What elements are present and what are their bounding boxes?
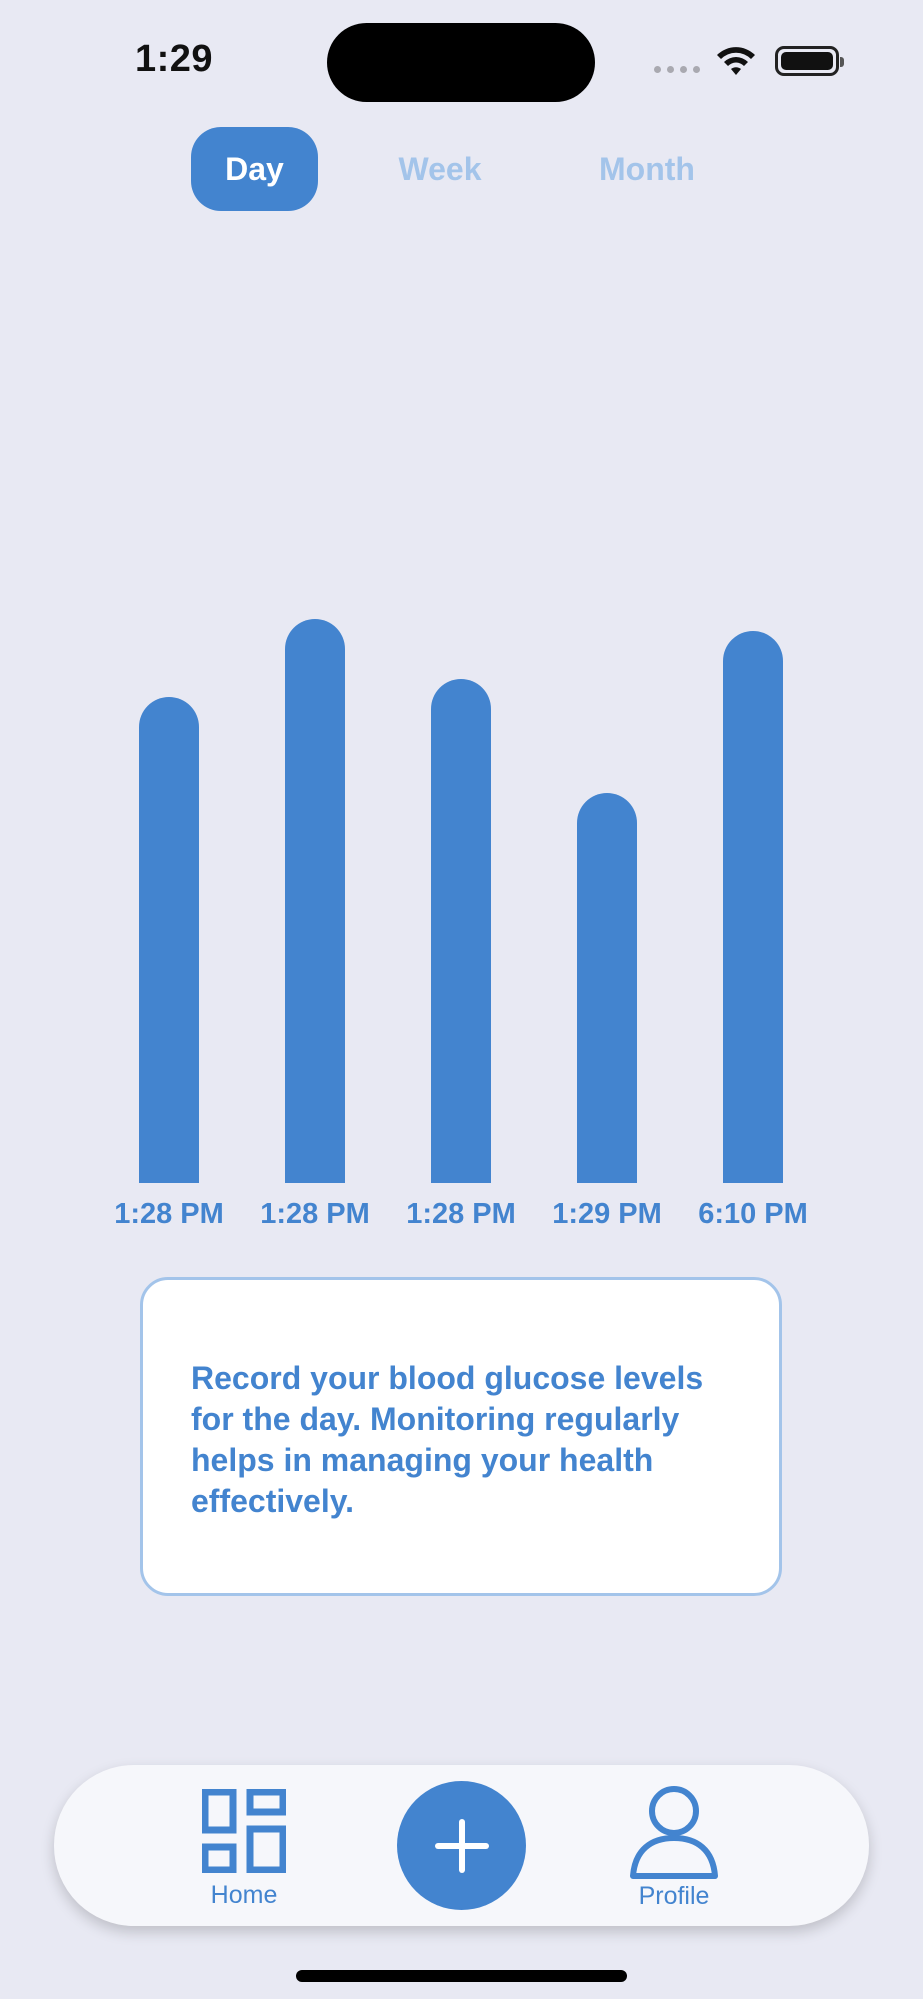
- chart-x-label: 1:28 PM: [406, 1198, 516, 1230]
- chart-bar: [577, 793, 637, 1183]
- tab-home[interactable]: Home: [202, 1789, 286, 1910]
- bottom-tab-bar: Home Profile: [54, 1765, 869, 1926]
- dynamic-island: [327, 23, 595, 102]
- plus-icon: [434, 1818, 489, 1873]
- tab-day[interactable]: Day: [191, 127, 318, 211]
- cellular-signal-icon: [654, 66, 700, 73]
- tab-home-label: Home: [210, 1881, 278, 1909]
- info-card: Record your blood glucose levels for the…: [140, 1277, 782, 1596]
- status-time: 1:29: [135, 38, 214, 80]
- info-card-text: Record your blood glucose levels for the…: [191, 1360, 704, 1519]
- chart-bar: [431, 679, 491, 1183]
- person-icon: [630, 1786, 718, 1879]
- tab-month[interactable]: Month: [576, 127, 718, 211]
- chart-x-label: 1:28 PM: [114, 1198, 224, 1230]
- chart-bar: [139, 697, 199, 1183]
- chart-bar: [285, 619, 345, 1183]
- chart-x-label: 1:28 PM: [260, 1198, 370, 1230]
- tab-week[interactable]: Week: [376, 127, 504, 211]
- add-reading-button[interactable]: [397, 1781, 526, 1910]
- tab-profile-label: Profile: [638, 1882, 710, 1910]
- wifi-icon: [717, 47, 755, 75]
- home-indicator: [296, 1970, 627, 1982]
- grid-icon: [202, 1789, 286, 1873]
- glucose-bar-chart: 1:28 PM 1:28 PM 1:28 PM 1:29 PM 6:10 PM: [0, 0, 923, 1999]
- chart-x-label: 1:29 PM: [552, 1198, 662, 1230]
- battery-icon: [775, 46, 844, 76]
- chart-x-label: 6:10 PM: [698, 1198, 808, 1230]
- chart-bar: [723, 631, 783, 1183]
- tab-profile[interactable]: Profile: [629, 1784, 719, 1911]
